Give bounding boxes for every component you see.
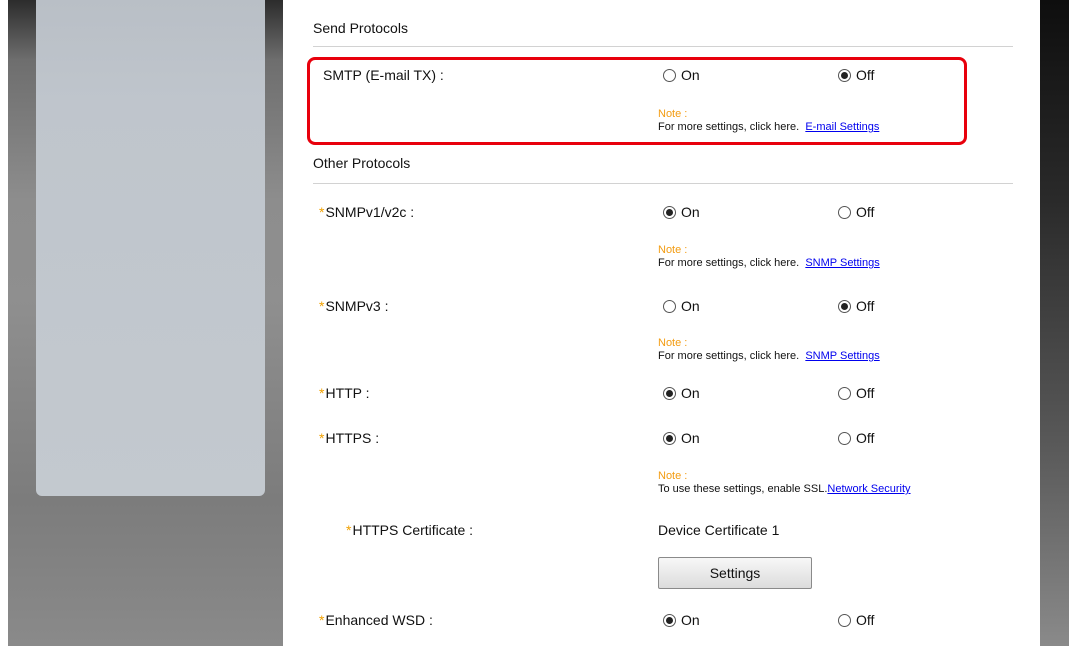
note-title: Note : <box>658 108 688 120</box>
http-label: *HTTP : <box>319 385 370 401</box>
https-off-radio[interactable]: Off <box>838 430 874 446</box>
required-mark: * <box>319 430 325 446</box>
smtp-label: SMTP (E-mail TX) : <box>323 67 444 83</box>
radio-circle <box>663 299 676 313</box>
snmpv1-off-radio[interactable]: Off <box>838 204 874 220</box>
smtp-off-radio[interactable]: Off <box>838 67 874 83</box>
radio-circle <box>663 68 676 82</box>
radio-label: On <box>681 67 700 83</box>
snmpv1-note: Note : For more settings, click here. SN… <box>658 244 880 270</box>
send-protocols-title: Send Protocols <box>313 20 408 36</box>
snmpv1-label-text: SNMPv1/v2c : <box>325 204 415 220</box>
snmpv3-off-radio[interactable]: Off <box>838 298 874 314</box>
note-text: For more settings, click here. <box>658 350 800 362</box>
radio-label: Off <box>856 612 875 628</box>
enhanced-wsd-label: *Enhanced WSD : <box>319 612 433 628</box>
note-text: For more settings, click here. <box>658 257 800 269</box>
note-text: To use these settings, enable SSL. <box>658 483 828 495</box>
https-label-text: HTTPS : <box>325 430 380 446</box>
required-mark: * <box>319 385 325 401</box>
network-security-link[interactable]: Network Security <box>827 483 910 495</box>
radio-circle <box>838 299 851 313</box>
radio-label: On <box>681 298 700 314</box>
http-on-radio[interactable]: On <box>663 385 700 401</box>
required-mark: * <box>319 612 325 628</box>
snmpv3-label-text: SNMPv3 : <box>325 298 389 314</box>
required-mark: * <box>346 522 352 538</box>
radio-label: On <box>681 204 700 220</box>
radio-label: On <box>681 612 700 628</box>
radio-circle <box>838 613 851 627</box>
radio-circle <box>838 431 851 445</box>
note-title: Note : <box>658 470 688 482</box>
http-label-text: HTTP : <box>325 385 370 401</box>
enhanced-wsd-off-radio[interactable]: Off <box>838 612 874 628</box>
snmpv3-label: *SNMPv3 : <box>319 298 388 314</box>
https-certificate-label: *HTTPS Certificate : <box>346 522 473 538</box>
right-background <box>1040 0 1069 646</box>
smtp-note: Note : For more settings, click here. E-… <box>658 108 879 134</box>
radio-circle <box>838 68 851 82</box>
radio-circle <box>663 431 676 445</box>
email-settings-link[interactable]: E-mail Settings <box>805 121 879 133</box>
radio-circle <box>663 386 676 400</box>
https-label: *HTTPS : <box>319 430 379 446</box>
https-on-radio[interactable]: On <box>663 430 700 446</box>
section-divider <box>313 183 1013 184</box>
radio-circle <box>838 205 851 219</box>
required-mark: * <box>319 298 325 314</box>
radio-circle <box>663 205 676 219</box>
http-off-radio[interactable]: Off <box>838 385 874 401</box>
certificate-settings-button[interactable]: Settings <box>658 557 812 589</box>
protocol-settings-content: Send Protocols SMTP (E-mail TX) : On Off… <box>283 0 1040 646</box>
https-certificate-label-text: HTTPS Certificate : <box>352 522 474 538</box>
radio-label: Off <box>856 298 875 314</box>
enhanced-wsd-on-radio[interactable]: On <box>663 612 700 628</box>
snmpv1-on-radio[interactable]: On <box>663 204 700 220</box>
other-protocols-title: Other Protocols <box>313 155 411 171</box>
enhanced-wsd-label-text: Enhanced WSD : <box>325 612 433 628</box>
radio-circle <box>838 386 851 400</box>
radio-label: On <box>681 385 700 401</box>
snmpv3-on-radio[interactable]: On <box>663 298 700 314</box>
radio-label: Off <box>856 204 875 220</box>
snmpv3-note: Note : For more settings, click here. SN… <box>658 337 880 363</box>
radio-label: Off <box>856 67 875 83</box>
smtp-on-radio[interactable]: On <box>663 67 700 83</box>
note-text: For more settings, click here. <box>658 121 800 133</box>
snmp-settings-link[interactable]: SNMP Settings <box>805 350 879 362</box>
https-certificate-value: Device Certificate 1 <box>658 522 780 538</box>
radio-label: Off <box>856 385 875 401</box>
section-divider <box>313 46 1013 47</box>
radio-label: On <box>681 430 700 446</box>
radio-label: Off <box>856 430 875 446</box>
https-note: Note : To use these settings, enable SSL… <box>658 470 911 496</box>
sidebar-panel <box>36 0 265 496</box>
note-title: Note : <box>658 337 688 349</box>
note-title: Note : <box>658 244 688 256</box>
required-mark: * <box>319 204 325 220</box>
snmpv1-label: *SNMPv1/v2c : <box>319 204 414 220</box>
radio-circle <box>663 613 676 627</box>
snmp-settings-link[interactable]: SNMP Settings <box>805 257 879 269</box>
